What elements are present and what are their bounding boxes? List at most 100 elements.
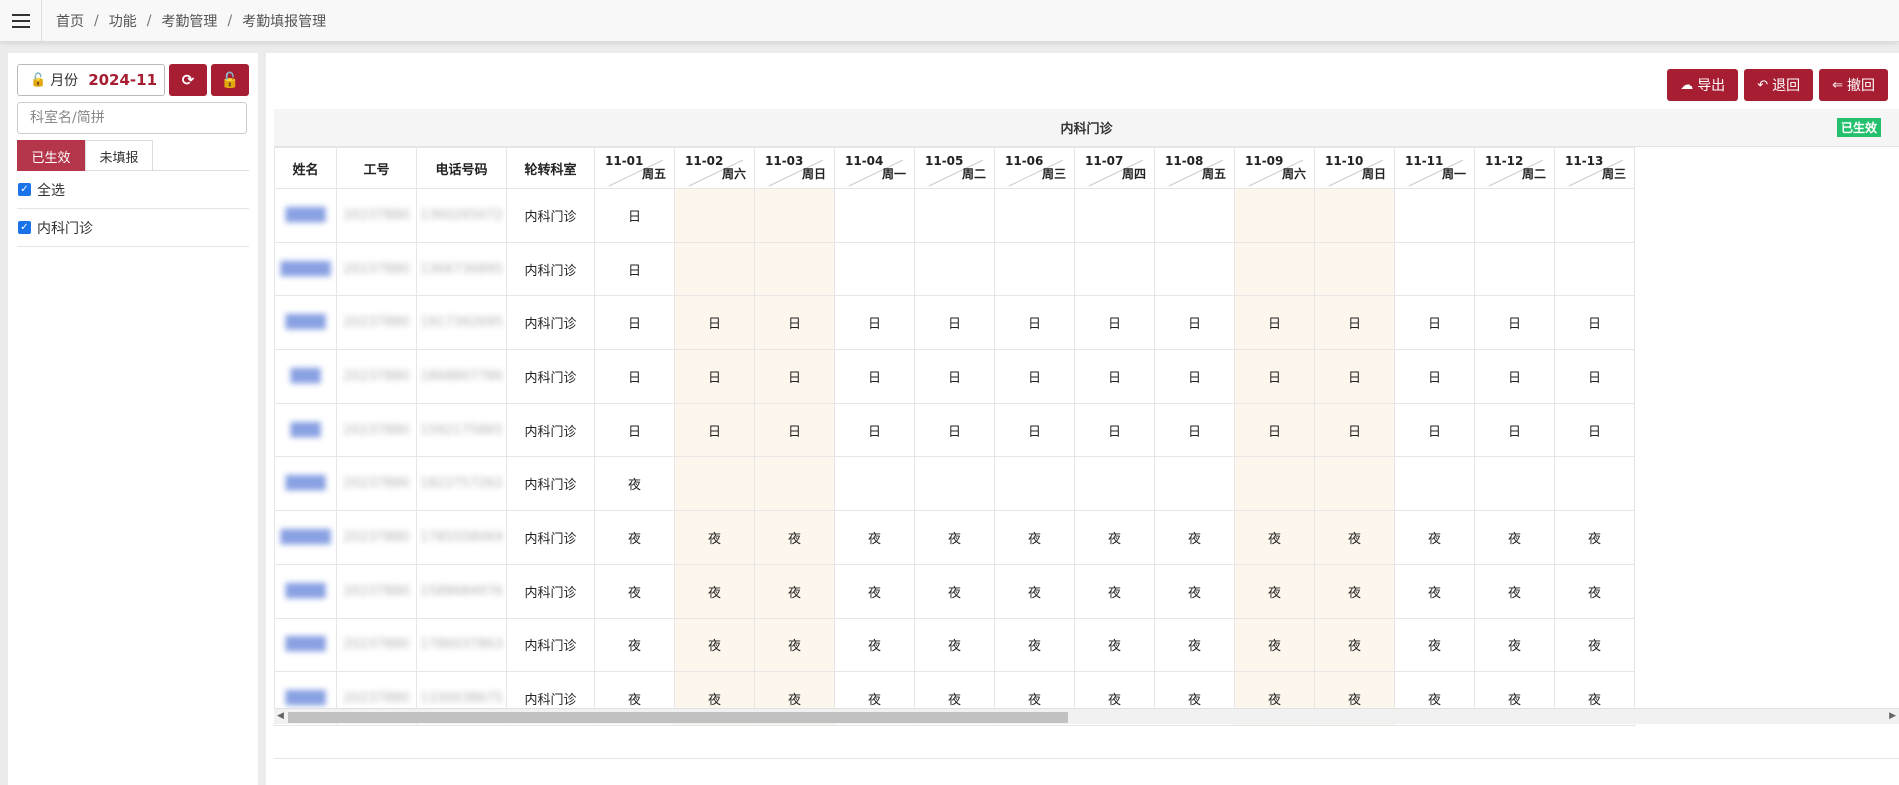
shift-cell[interactable]	[914, 456, 995, 512]
menu-toggle-icon[interactable]	[0, 0, 42, 42]
employee-name[interactable]: ███	[291, 423, 321, 438]
shift-cell[interactable]: 夜	[1394, 617, 1475, 673]
employee-name[interactable]: ████	[286, 584, 326, 599]
shift-cell[interactable]: 日	[994, 295, 1075, 351]
shift-cell[interactable]: 日	[1474, 295, 1555, 351]
scroll-right-icon[interactable]: ▶	[1889, 711, 1896, 721]
shift-cell[interactable]: 夜	[594, 456, 675, 512]
shift-cell[interactable]: 夜	[914, 563, 995, 619]
breadcrumb-home[interactable]: 首页	[56, 11, 84, 31]
shift-cell[interactable]: 夜	[914, 510, 995, 565]
shift-cell[interactable]: 日	[594, 402, 675, 458]
employee-name[interactable]: █████	[281, 530, 331, 545]
shift-cell[interactable]: 日	[1554, 349, 1635, 404]
shift-cell[interactable]: 日	[834, 295, 915, 351]
department-row[interactable]: ✓ 内科门诊	[17, 209, 249, 247]
shift-cell[interactable]: 夜	[674, 563, 755, 619]
department-search-input[interactable]	[17, 102, 247, 134]
shift-cell[interactable]: 日	[914, 402, 995, 458]
name-cell[interactable]: ███	[274, 402, 337, 458]
shift-cell[interactable]: 夜	[1394, 510, 1475, 565]
shift-cell[interactable]	[1394, 456, 1475, 512]
shift-cell[interactable]: 夜	[1474, 510, 1555, 565]
shift-cell[interactable]	[1314, 456, 1395, 512]
shift-cell[interactable]: 日	[834, 349, 915, 404]
scrollbar-thumb[interactable]	[288, 712, 1068, 723]
shift-cell[interactable]: 日	[1154, 349, 1235, 404]
name-cell[interactable]: ████	[274, 295, 337, 351]
shift-cell[interactable]: 日	[914, 295, 995, 351]
name-cell[interactable]: ████	[274, 188, 337, 243]
name-cell[interactable]: ███	[274, 349, 337, 404]
shift-cell[interactable]: 夜	[1474, 617, 1555, 673]
shift-cell[interactable]: 日	[1394, 349, 1475, 404]
shift-cell[interactable]	[1074, 456, 1155, 512]
shift-cell[interactable]: 夜	[994, 617, 1075, 673]
shift-cell[interactable]	[1394, 188, 1475, 243]
shift-cell[interactable]	[994, 188, 1075, 243]
shift-cell[interactable]: 夜	[1394, 563, 1475, 619]
shift-cell[interactable]: 日	[1234, 295, 1315, 351]
shift-cell[interactable]: 日	[754, 349, 835, 404]
shift-cell[interactable]	[754, 456, 835, 512]
shift-cell[interactable]	[674, 188, 755, 243]
shift-cell[interactable]	[834, 241, 915, 297]
shift-cell[interactable]	[1554, 241, 1635, 297]
shift-cell[interactable]: 日	[1074, 349, 1155, 404]
shift-cell[interactable]: 夜	[994, 510, 1075, 565]
shift-cell[interactable]: 夜	[754, 563, 835, 619]
shift-cell[interactable]: 夜	[1314, 563, 1395, 619]
employee-name[interactable]: ████	[286, 476, 326, 491]
shift-cell[interactable]: 夜	[594, 563, 675, 619]
return-button[interactable]: ↶ 退回	[1744, 69, 1814, 101]
shift-cell[interactable]	[834, 456, 915, 512]
shift-cell[interactable]: 日	[1234, 402, 1315, 458]
name-cell[interactable]: █████	[274, 241, 337, 297]
shift-cell[interactable]	[994, 456, 1075, 512]
shift-cell[interactable]: 夜	[1234, 510, 1315, 565]
shift-cell[interactable]: 夜	[1074, 563, 1155, 619]
select-all-row[interactable]: ✓ 全选	[17, 171, 249, 209]
shift-cell[interactable]	[1474, 188, 1555, 243]
shift-cell[interactable]: 夜	[1554, 563, 1635, 619]
name-cell[interactable]: ████	[274, 563, 337, 619]
shift-cell[interactable]	[1394, 241, 1475, 297]
shift-cell[interactable]: 日	[1234, 349, 1315, 404]
revoke-button[interactable]: ⇐ 撤回	[1819, 69, 1888, 101]
shift-cell[interactable]: 夜	[1234, 617, 1315, 673]
export-button[interactable]: ☁ 导出	[1667, 69, 1739, 101]
shift-cell[interactable]: 日	[994, 402, 1075, 458]
shift-cell[interactable]: 夜	[1554, 510, 1635, 565]
unlock-button[interactable]: 🔓	[211, 64, 249, 96]
shift-cell[interactable]: 日	[914, 349, 995, 404]
shift-cell[interactable]: 夜	[1074, 510, 1155, 565]
shift-cell[interactable]	[914, 188, 995, 243]
employee-name[interactable]: ████	[286, 315, 326, 330]
shift-cell[interactable]: 日	[1554, 295, 1635, 351]
shift-cell[interactable]: 日	[594, 188, 675, 243]
shift-cell[interactable]	[1154, 456, 1235, 512]
shift-cell[interactable]	[1234, 188, 1315, 243]
shift-cell[interactable]: 日	[1394, 295, 1475, 351]
shift-cell[interactable]: 夜	[1154, 510, 1235, 565]
shift-cell[interactable]: 日	[1554, 402, 1635, 458]
shift-cell[interactable]: 夜	[1314, 510, 1395, 565]
tab-effective[interactable]: 已生效	[17, 140, 85, 171]
shift-cell[interactable]: 日	[1314, 349, 1395, 404]
shift-cell[interactable]	[1554, 188, 1635, 243]
shift-cell[interactable]: 日	[674, 295, 755, 351]
shift-cell[interactable]: 夜	[834, 510, 915, 565]
shift-cell[interactable]	[1314, 188, 1395, 243]
select-all-checkbox[interactable]: ✓	[18, 183, 31, 196]
shift-cell[interactable]: 夜	[594, 617, 675, 673]
shift-cell[interactable]: 日	[1074, 295, 1155, 351]
shift-cell[interactable]: 夜	[674, 617, 755, 673]
shift-cell[interactable]	[754, 188, 835, 243]
shift-cell[interactable]: 日	[1474, 349, 1555, 404]
shift-cell[interactable]: 夜	[1154, 617, 1235, 673]
employee-name[interactable]: ███	[291, 369, 321, 384]
col-header-phone[interactable]: 电话号码	[416, 147, 507, 189]
col-header-id[interactable]: 工号	[336, 147, 417, 189]
shift-cell[interactable]	[1154, 241, 1235, 297]
shift-cell[interactable]	[1314, 241, 1395, 297]
